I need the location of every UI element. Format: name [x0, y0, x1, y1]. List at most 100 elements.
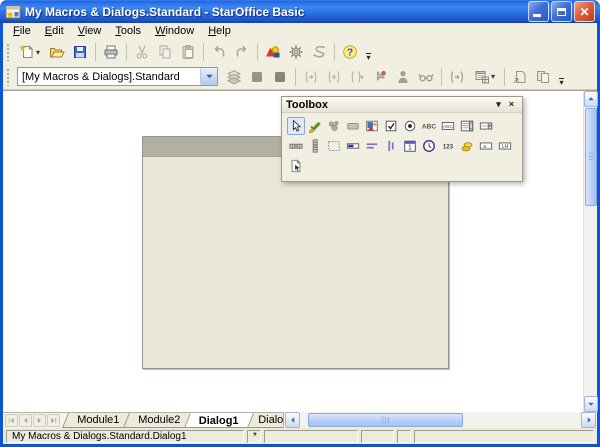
import-dialog-button[interactable] — [509, 66, 531, 88]
toolbar-grip[interactable] — [6, 43, 11, 61]
save-button[interactable] — [69, 41, 91, 63]
watch-button[interactable] — [415, 66, 437, 88]
combobox-dropdown-button[interactable] — [200, 68, 217, 85]
scroll-down-button[interactable] — [584, 396, 598, 412]
step-into-button[interactable] — [323, 66, 345, 88]
undo-button[interactable] — [208, 41, 230, 63]
toolbox-formatted-field-button[interactable]: LH — [496, 137, 514, 155]
menu-file[interactable]: File — [6, 23, 38, 40]
toolbox-pattern-field-button[interactable]: a.. — [477, 137, 495, 155]
tab-label: Module2 — [138, 414, 181, 426]
tab-dialog1[interactable]: Dialog1 — [184, 413, 255, 428]
toolbox-check-box-button[interactable] — [382, 117, 400, 135]
step-out-button[interactable] — [346, 66, 368, 88]
close-button[interactable]: ✕ — [574, 1, 595, 22]
tab-label: Module1 — [77, 414, 120, 426]
toolbox-title: Toolbox — [286, 98, 328, 111]
paste-button[interactable] — [177, 41, 199, 63]
toolbox-file-selection-button[interactable] — [287, 157, 305, 175]
scroll-right-button[interactable] — [581, 412, 596, 428]
toolbox-h-scrollbar-button[interactable] — [287, 137, 305, 155]
toolbox-image-button-button[interactable] — [325, 117, 343, 135]
library-combobox[interactable]: [My Macros & Dialogs].Standard — [17, 67, 218, 86]
gear-button[interactable] — [285, 41, 307, 63]
new-document-button[interactable]: ▾ — [14, 41, 45, 63]
tab-scroll-first-button[interactable] — [5, 414, 18, 427]
chevron-down-icon: ▾ — [496, 99, 501, 109]
redo-button[interactable] — [231, 41, 253, 63]
breakpoint-button[interactable] — [369, 66, 391, 88]
open-button[interactable] — [46, 41, 68, 63]
run-icon — [249, 69, 265, 85]
help-button[interactable]: ? — [339, 41, 361, 63]
toolbox-text-box-button[interactable]: ABC — [439, 117, 457, 135]
export-dialog-button[interactable] — [532, 66, 554, 88]
toolbox-progress-bar-button[interactable] — [344, 137, 362, 155]
toolbox-v-scrollbar-button[interactable] — [306, 137, 324, 155]
scroll-up-button[interactable] — [584, 91, 598, 107]
formatted-field-icon: LH — [498, 139, 512, 153]
procedure-step-button[interactable] — [300, 66, 322, 88]
tab-scroll-previous-button[interactable] — [19, 414, 32, 427]
toolbox-currency-field-button[interactable] — [458, 137, 476, 155]
toolbox-push-button-button[interactable] — [344, 117, 362, 135]
toolbox-titlebar[interactable]: Toolbox ▾ × — [282, 97, 522, 113]
close-icon: ✕ — [579, 4, 590, 19]
toolbox-option-button-button[interactable] — [401, 117, 419, 135]
menu-help[interactable]: Help — [201, 23, 238, 40]
v-scrollbar-icon — [308, 139, 322, 153]
find-parentheses-button[interactable] — [446, 66, 468, 88]
print-button[interactable] — [100, 41, 122, 63]
horizontal-scrollbar[interactable] — [283, 412, 597, 428]
macro-swirl-icon — [311, 44, 327, 60]
copy-button[interactable] — [154, 41, 176, 63]
toolbox-horizontal-line-button[interactable] — [363, 137, 381, 155]
toolbox-close-button[interactable]: × — [505, 98, 518, 111]
run-button[interactable] — [246, 66, 268, 88]
vertical-scrollbar[interactable] — [583, 91, 598, 412]
h-scrollbar-icon — [289, 139, 303, 153]
minimize-button[interactable] — [528, 1, 549, 22]
toolbox-group-box-button[interactable] — [325, 137, 343, 155]
toolbox-button-button[interactable] — [306, 117, 324, 135]
tab-scroll-next-button[interactable] — [33, 414, 46, 427]
toolbar-separator — [504, 67, 505, 86]
check-box-icon — [384, 119, 398, 133]
toolbox-list-box-button[interactable] — [458, 117, 476, 135]
gear-icon — [288, 44, 304, 60]
toolbox-combo-box-button[interactable] — [477, 117, 495, 135]
horizontal-scroll-thumb[interactable] — [308, 413, 463, 427]
manage-breakpoints-icon — [395, 69, 411, 85]
toolbox-label-field-button[interactable]: ABC — [420, 117, 438, 135]
tab-scroll-last-button[interactable] — [47, 414, 60, 427]
scroll-left-button[interactable] — [285, 412, 300, 428]
toolbox-date-field-button[interactable]: 1 — [401, 137, 419, 155]
toolbox-numeric-field-button[interactable]: 123 — [439, 137, 457, 155]
modules-button[interactable]: ▾ — [469, 66, 500, 88]
menu-window[interactable]: Window — [148, 23, 201, 40]
menu-tools[interactable]: Tools — [108, 23, 148, 40]
toolbar-separator — [334, 43, 335, 61]
toolbox-image-control-button[interactable] — [363, 117, 381, 135]
compile-button[interactable] — [223, 66, 245, 88]
menu-view[interactable]: View — [71, 23, 109, 40]
toolbar-overflow-button[interactable]: ▾ — [362, 41, 375, 63]
cut-button[interactable] — [131, 41, 153, 63]
toolbox-vertical-line-button[interactable] — [382, 137, 400, 155]
bottom-bar: Module1 Module2 Dialog1 Dialog2 — [3, 412, 597, 428]
toolbar-overflow-button[interactable]: ▾ — [555, 66, 568, 88]
vertical-scroll-thumb[interactable] — [585, 108, 597, 206]
toolbox-time-field-button[interactable] — [420, 137, 438, 155]
maximize-button[interactable] — [551, 1, 572, 22]
toolbar-grip[interactable] — [6, 67, 11, 86]
gallery-button[interactable] — [262, 41, 284, 63]
svg-text:?: ? — [347, 48, 353, 59]
macro-swirl-button[interactable] — [308, 41, 330, 63]
manage-breakpoints-button[interactable] — [392, 66, 414, 88]
menu-edit[interactable]: Edit — [38, 23, 71, 40]
chevron-down-icon — [205, 74, 213, 79]
stop-button[interactable] — [269, 66, 291, 88]
toolbox-menu-button[interactable]: ▾ — [492, 98, 505, 111]
toolbox-select-button[interactable] — [287, 117, 305, 135]
dialog-editor-canvas[interactable]: Toolbox ▾ × ABC ABC 1 123 a.. LH — [3, 91, 583, 412]
